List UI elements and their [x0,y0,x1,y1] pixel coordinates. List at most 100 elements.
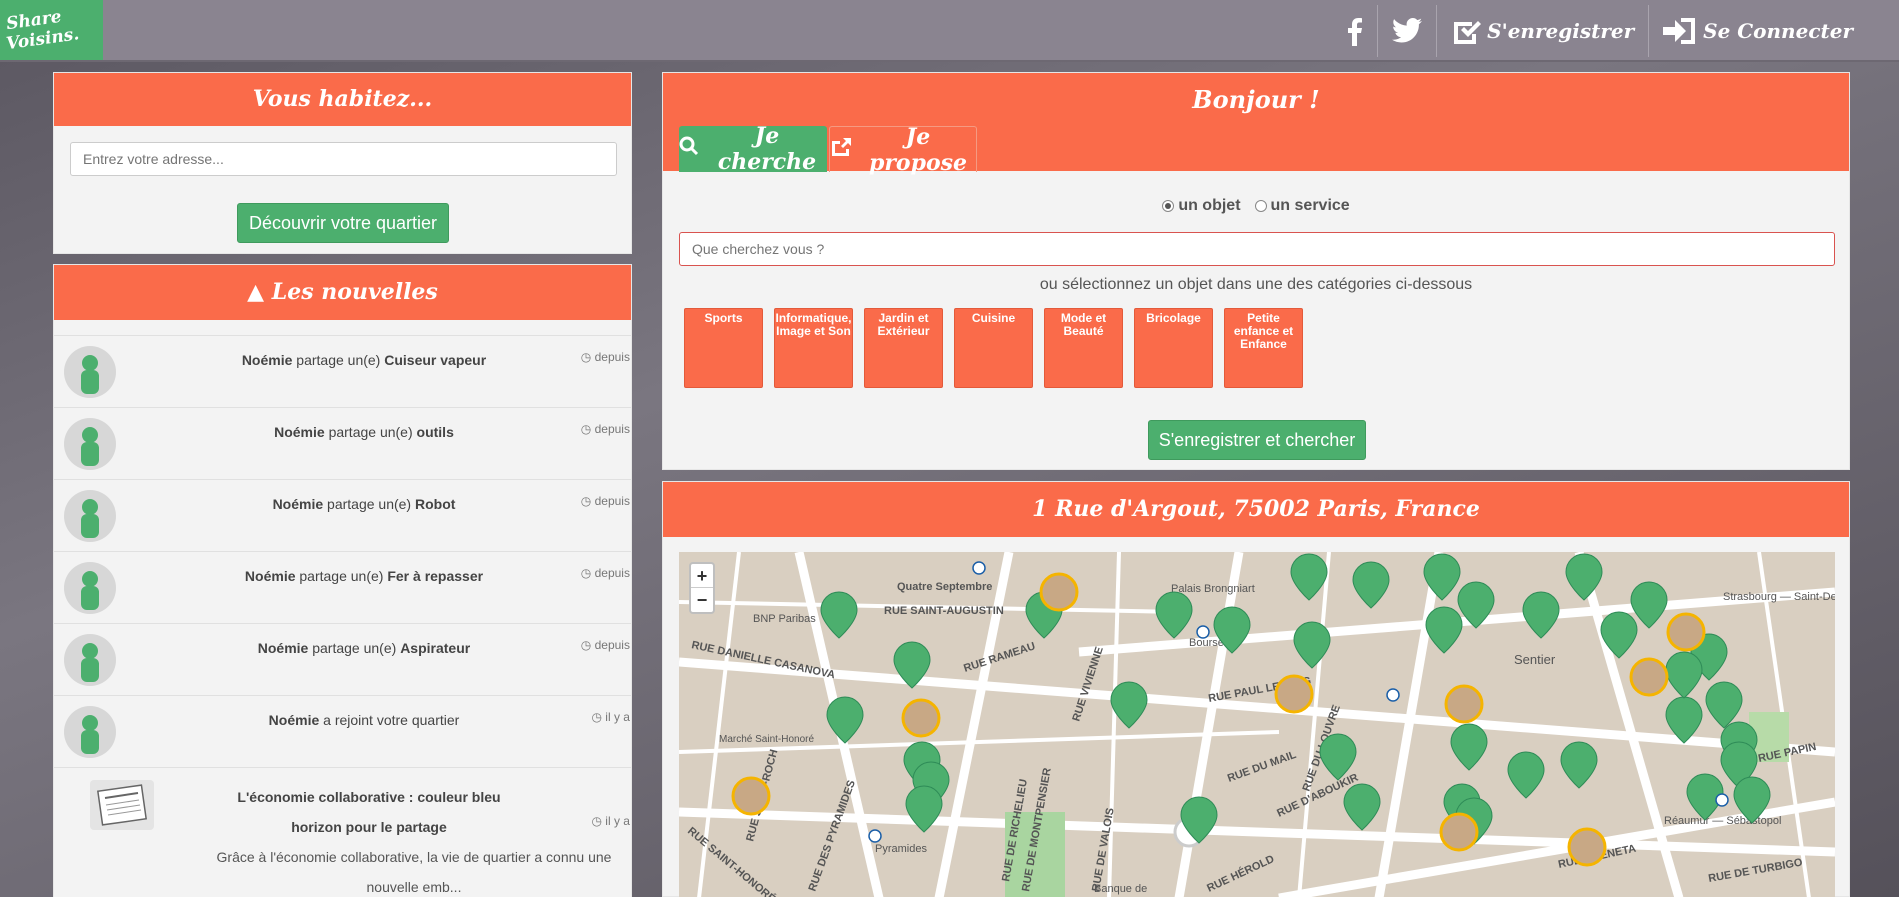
news-object[interactable]: Robot [415,496,455,512]
twitter-icon [1392,18,1423,43]
news-object[interactable]: Aspirateur [400,640,470,656]
news-verb: partage un(e) [324,424,417,440]
map-panel: 1 Rue d'Argout, 75002 Paris, France RUE … [662,481,1850,897]
article-title[interactable]: L'économie collaborative : couleur bleu … [214,782,524,842]
map-user-photo-marker[interactable] [1274,674,1314,714]
map-user-photo-marker[interactable] [901,698,941,738]
news-text: Noémie partage un(e) Fer à repasser [174,568,554,584]
search-icon [679,136,699,162]
map-user-photo-marker[interactable] [1567,827,1607,867]
zoom-in-button[interactable]: + [691,564,713,588]
news-article[interactable]: L'économie collaborative : couleur bleu … [54,767,631,897]
news-time-text: depuis 22 jours [594,422,631,436]
address-input[interactable] [70,142,617,176]
news-time-text: depuis 22 jours [594,638,631,652]
category-mode[interactable]: Mode et Beauté [1044,308,1123,388]
news-user[interactable]: Noémie [269,712,320,728]
news-user[interactable]: Noémie [258,640,309,656]
search-panel-title: Bonjour ! [1192,85,1320,114]
tab-je-cherche[interactable]: Je cherche [679,123,827,175]
user-avatar-icon [64,562,116,614]
clock-icon: ◷ [580,422,592,436]
zoom-out-button[interactable]: − [691,588,713,612]
register-link[interactable]: S'enregistrer [1445,16,1640,46]
tab-je-propose[interactable]: Je propose [829,124,977,176]
news-user[interactable]: Noémie [274,424,325,440]
category-bricolage[interactable]: Bricolage [1134,308,1213,388]
radio-object[interactable]: un objet [1162,197,1241,215]
news-item[interactable]: Noémie partage un(e) Cuiseur vapeur ◷ de… [54,335,631,407]
category-cuisine[interactable]: Cuisine [954,308,1033,388]
news-time: ◷ depuis 22 jours [581,494,631,508]
radio-service-label: un service [1270,197,1350,214]
category-jardin[interactable]: Jardin et Extérieur [864,308,943,388]
news-time-text: depuis 22 jours [594,494,631,508]
login-link[interactable]: Se Connecter [1657,16,1859,46]
nav-divider [1648,5,1650,57]
category-sports[interactable]: Sports [684,308,763,388]
category-hint: ou sélectionnez un objet dans une des ca… [1039,276,1473,293]
category-enfance[interactable]: Petite enfance et Enfance [1224,308,1303,388]
share-voisins-logo[interactable]: Share Voisins. [0,0,103,60]
register-label: S'enregistrer [1487,19,1635,43]
metro-icon [1715,793,1729,807]
radio-checked-icon [1162,200,1175,212]
search-query-input[interactable] [679,232,1835,266]
metro-icon [1386,688,1400,702]
radio-unchecked-icon [1254,200,1267,212]
map-label: Palais Brongniart [1171,583,1255,595]
clock-icon: ◷ [591,814,602,828]
news-object[interactable]: Cuiseur vapeur [384,352,486,368]
map-label: Banque de [1094,883,1147,895]
user-avatar-icon [64,346,116,398]
news-panel-title: ▲ Les nouvelles [54,265,631,320]
news-item[interactable]: Noémie partage un(e) Robot ◷ depuis 22 j… [54,479,631,551]
user-avatar-icon [64,490,116,542]
news-time: ◷ depuis 22 jours [581,638,631,652]
map-canvas[interactable]: RUE SAINT-AUGUSTIN Quatre Septembre BNP … [679,552,1835,897]
news-object[interactable]: Fer à repasser [387,568,483,584]
map-label: Bourse [1189,637,1224,649]
tab-je-propose-label: Je propose [868,123,968,176]
map-user-photo-marker[interactable] [1444,684,1484,724]
news-item[interactable]: Noémie a rejoint votre quartier ◷ il y a… [54,695,631,767]
news-user[interactable]: Noémie [245,568,296,584]
register-and-search-button[interactable]: S'enregistrer et chercher [1148,420,1366,460]
metro-icon [972,561,986,575]
news-time-text: depuis 22 jours [594,350,631,364]
map-user-photo-marker[interactable] [1039,572,1079,612]
tab-je-cherche-label: Je cherche [717,123,817,175]
news-object[interactable]: outils [417,424,454,440]
news-item[interactable]: Noémie partage un(e) Fer à repasser ◷ de… [54,551,631,623]
chevron-up-icon: ▲ [247,279,265,305]
category-informatique[interactable]: Informatique, Image et Son [774,308,853,388]
news-title-text: Les nouvelles [271,279,438,305]
news-text: Noémie partage un(e) outils [174,424,554,440]
map-label: RUE SAINT-AUGUSTIN [884,605,1004,617]
news-verb: partage un(e) [295,568,388,584]
top-navbar: Share Voisins. S'enregistrer Se Connecte… [0,0,1899,62]
discover-neighborhood-button[interactable]: Découvrir votre quartier [237,203,449,243]
share-icon [830,137,852,163]
map-user-photo-marker[interactable] [1629,657,1669,697]
street-map[interactable]: RUE SAINT-AUGUSTIN Quatre Septembre BNP … [679,552,1835,897]
map-label: Strasbourg — Saint-Denis [1723,591,1835,603]
search-panel: Bonjour ! Je cherche Je propose un objet… [662,72,1850,470]
map-user-photo-marker[interactable] [1666,612,1706,652]
facebook-link[interactable] [1341,16,1369,46]
twitter-link[interactable] [1386,18,1428,44]
news-user[interactable]: Noémie [273,496,324,512]
user-avatar-icon [64,706,116,758]
address-panel-title: Vous habitez... [54,73,631,126]
radio-service[interactable]: un service [1254,197,1350,215]
news-time: ◷ il y a 22 jours [591,710,631,724]
news-item[interactable]: Noémie partage un(e) outils ◷ depuis 22 … [54,407,631,479]
clock-icon: ◷ [591,710,602,724]
article-time: ◷ il y a 25 jours [591,814,631,828]
map-user-photo-marker[interactable] [1439,812,1479,852]
clock-icon: ◷ [580,566,592,580]
map-user-photo-marker[interactable] [731,776,771,816]
map-label: Sentier [1514,652,1556,667]
news-item[interactable]: Noémie partage un(e) Aspirateur ◷ depuis… [54,623,631,695]
news-user[interactable]: Noémie [242,352,293,368]
